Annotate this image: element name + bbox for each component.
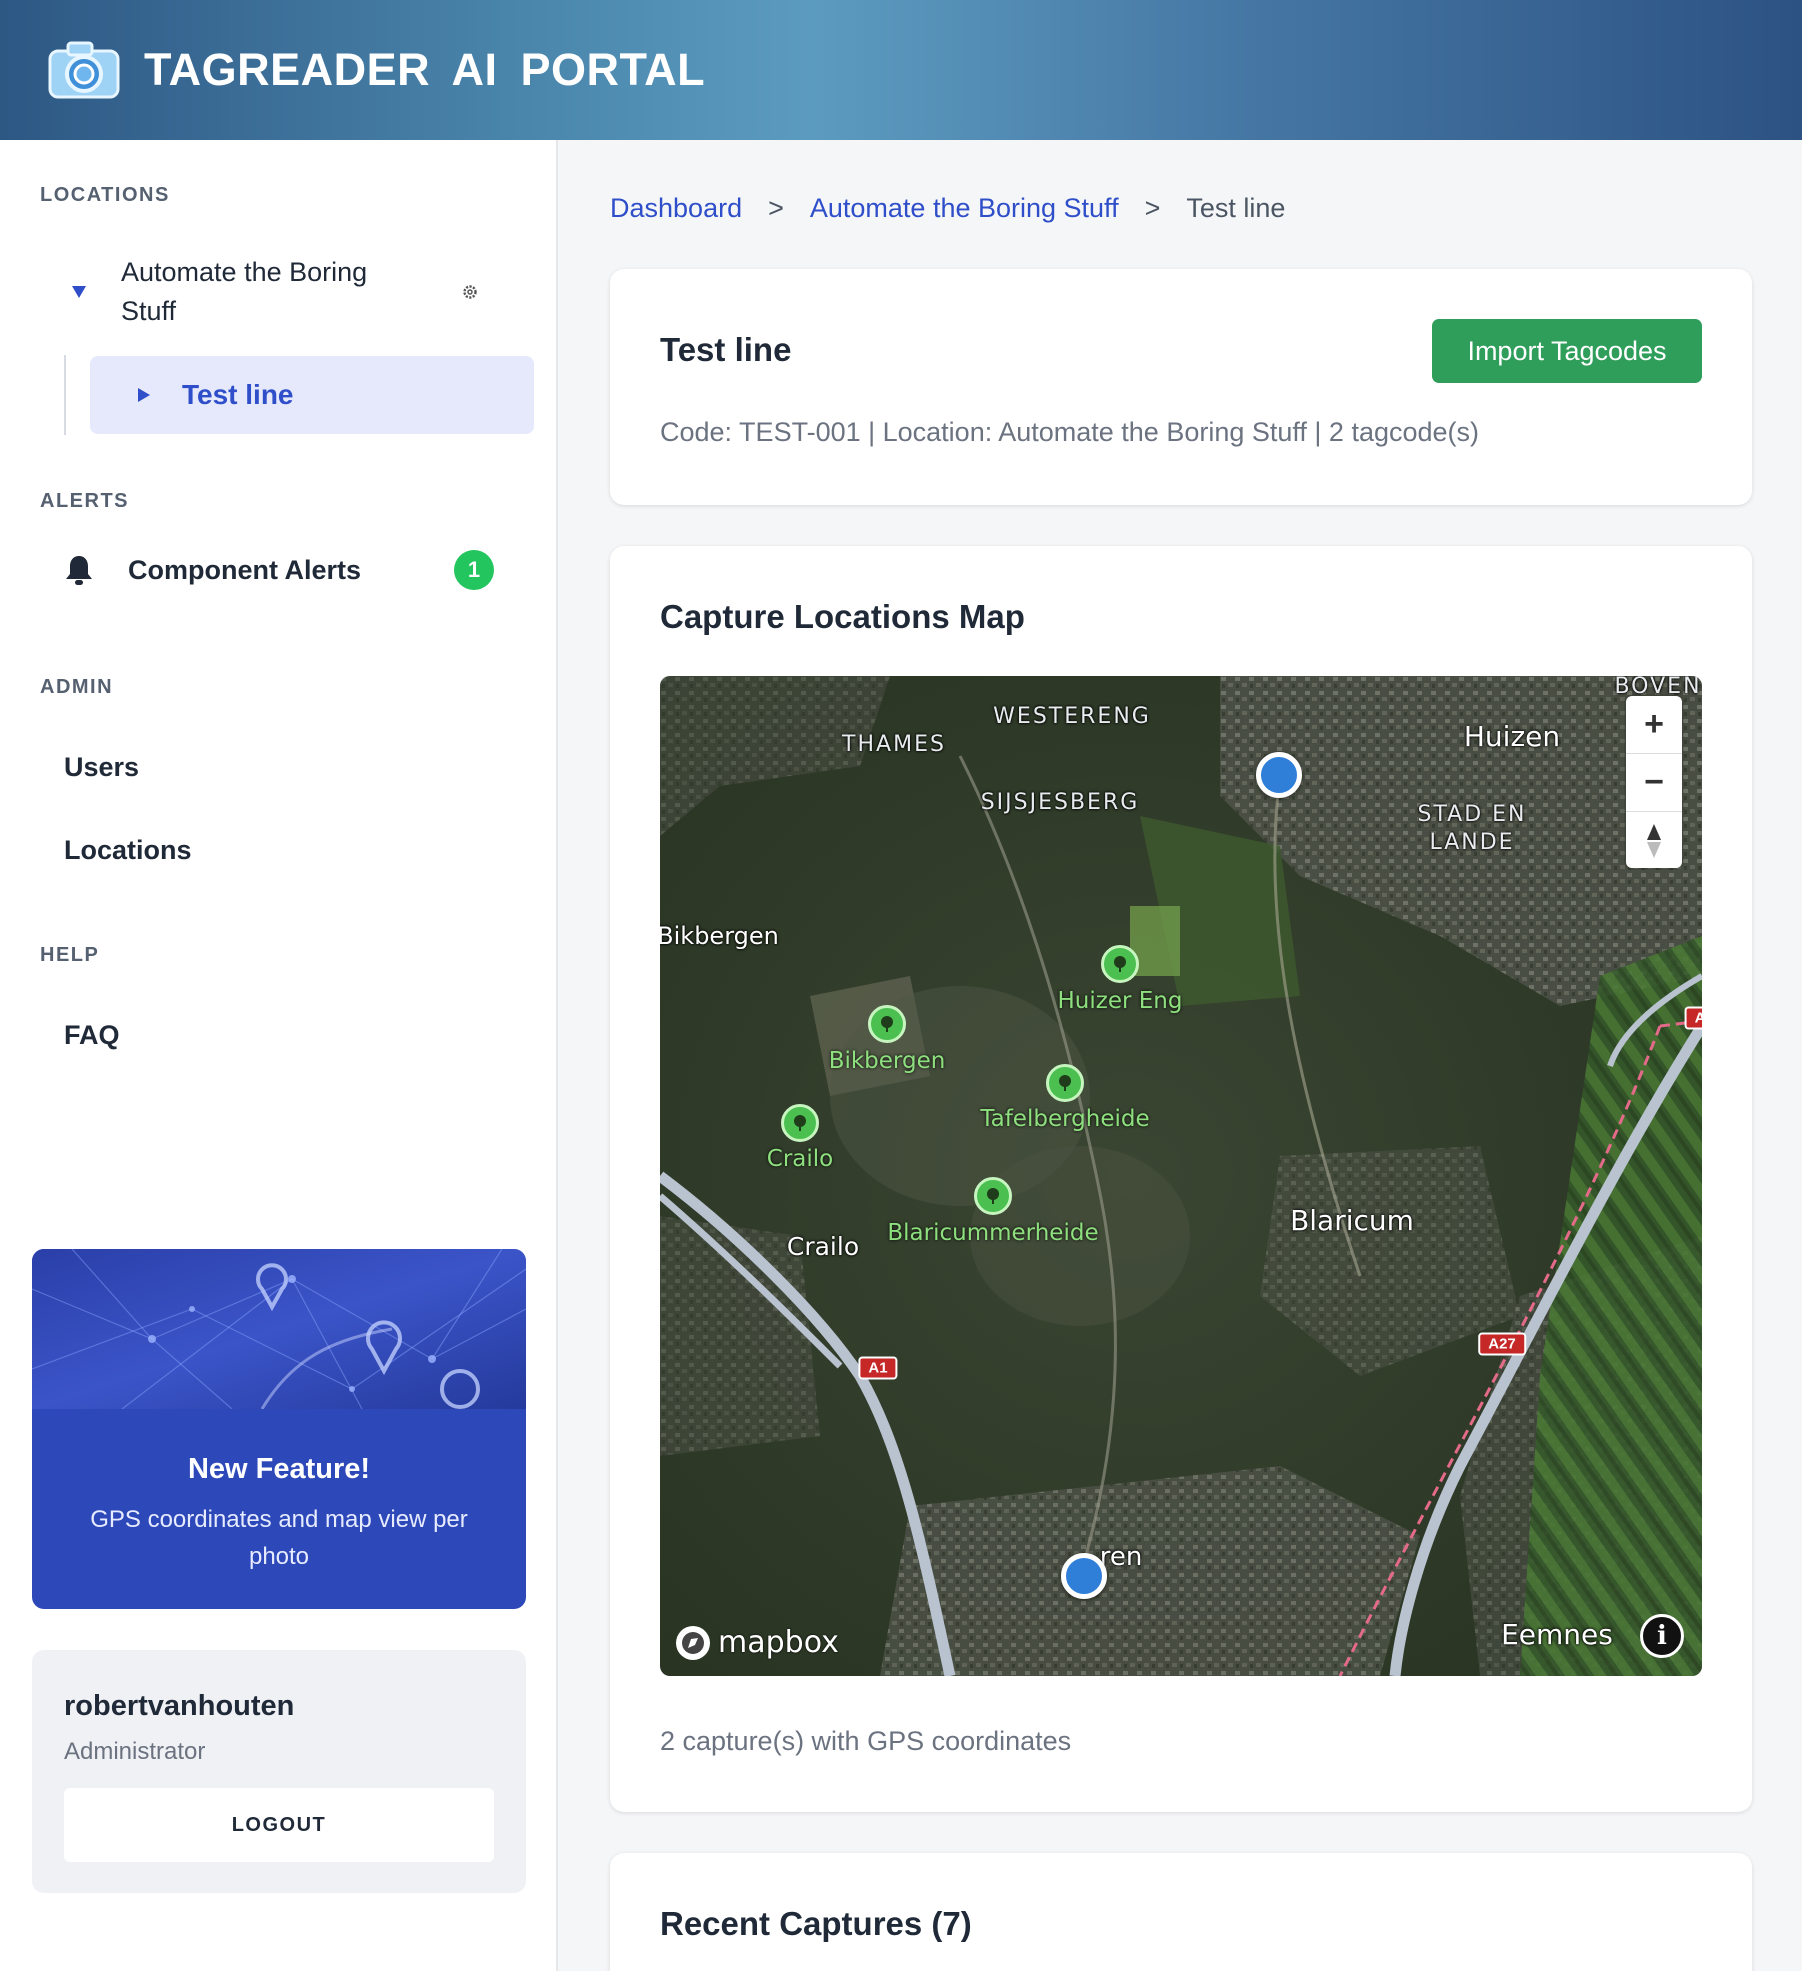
section-label-help: HELP — [40, 944, 100, 966]
map-label-stad-en-lande-2: LANDE — [1429, 830, 1515, 855]
user-role: Administrator — [64, 1738, 206, 1765]
road-shield-a27: A27 — [1478, 1332, 1526, 1356]
breadcrumb-current: Test line — [1186, 193, 1286, 223]
app-header: TAGREADER AI PORTAL — [0, 0, 1802, 140]
recent-captures-card: Recent Captures (7) — [610, 1853, 1752, 1971]
sidebar-item-faq[interactable]: FAQ — [64, 1020, 120, 1051]
sidebar: LOCATIONS Automate the Boring Stuff Test… — [0, 140, 558, 1971]
caret-right-icon — [138, 388, 150, 402]
map-card: Capture Locations Map Huizen Blaricum Ee… — [610, 546, 1752, 1812]
park-label-huizer-eng: Huizer Eng — [1057, 988, 1183, 1014]
logout-button[interactable]: LOGOUT — [64, 1788, 494, 1862]
user-name: robertvanhouten — [64, 1690, 295, 1722]
map-label-bikbergen-edge: Bikbergen — [660, 922, 779, 950]
park-label-tafelbergheide: Tafelbergheide — [980, 1106, 1150, 1132]
tree-park-icon — [868, 1005, 906, 1043]
map-label-crailo-town: Crailo — [786, 1232, 860, 1261]
mapbox-logo-icon — [676, 1625, 710, 1660]
gear-icon[interactable] — [460, 282, 480, 302]
map-card-title: Capture Locations Map — [660, 598, 1025, 635]
compass-reset-button[interactable] — [1626, 812, 1682, 869]
promo-text: GPS coordinates and map view per photo — [90, 1506, 468, 1570]
component-alerts-label: Component Alerts — [128, 554, 362, 585]
tree-park-icon — [1046, 1064, 1084, 1102]
section-label-locations: LOCATIONS — [40, 184, 170, 206]
tree-connector — [64, 355, 66, 435]
caret-down-icon[interactable] — [72, 286, 86, 298]
map-label-blaricum: Blaricum — [1290, 1204, 1414, 1237]
map-label-huizen: Huizen — [1463, 720, 1561, 753]
new-feature-promo: New Feature! GPS coordinates and map vie… — [32, 1249, 526, 1609]
line-title: Test line — [660, 331, 792, 368]
mapbox-logo-text: mapbox — [718, 1625, 839, 1660]
map-network-illustration — [32, 1249, 526, 1409]
bell-icon — [66, 556, 92, 585]
tree-park-icon — [781, 1104, 819, 1142]
mapbox-attribution-logo[interactable]: mapbox — [676, 1625, 839, 1660]
tree-item-location[interactable]: Automate the Boring Stuff — [64, 252, 494, 332]
map-label-thames: THAMES — [842, 732, 946, 757]
attribution-info-icon[interactable]: i — [1640, 1614, 1684, 1658]
user-card: robertvanhouten Administrator LOGOUT — [32, 1650, 526, 1893]
tree-item-line-label: Test line — [182, 379, 294, 410]
import-tagcodes-button[interactable]: Import Tagcodes — [1432, 319, 1702, 383]
sidebar-item-component-alerts[interactable]: Component Alerts 1 — [64, 545, 494, 595]
section-label-admin: ADMIN — [40, 676, 114, 698]
capture-marker[interactable] — [1061, 1553, 1107, 1599]
gps-capture-count: 2 capture(s) with GPS coordinates — [660, 1726, 1072, 1756]
map-label-westereng: WESTERENG — [993, 704, 1151, 729]
zoom-in-button[interactable]: + — [1626, 696, 1682, 753]
camera-logo-icon — [48, 41, 120, 99]
zoom-out-button[interactable]: − — [1626, 754, 1682, 811]
breadcrumb-separator: > — [1144, 193, 1161, 223]
breadcrumb-separator: > — [768, 193, 784, 223]
compass-icon — [1647, 823, 1661, 858]
sidebar-item-locations[interactable]: Locations — [64, 835, 192, 866]
road-shield-a1: A1 — [858, 1356, 898, 1380]
park-label-blaricummerheide: Blaricummerheide — [887, 1220, 1099, 1246]
map-label-sijsjesberg: SIJSJESBERG — [980, 790, 1140, 815]
section-label-alerts: ALERTS — [40, 490, 129, 512]
tree-item-location-label: Automate the Boring Stuff — [121, 257, 368, 326]
satellite-map-background — [660, 676, 1702, 1676]
line-info-card: Test line Import Tagcodes Code: TEST-001… — [610, 269, 1752, 505]
map-label-stad-en-lande: STAD EN — [1417, 802, 1527, 827]
road-shield-a-edge: A — [1684, 1006, 1702, 1030]
breadcrumb-location[interactable]: Automate the Boring Stuff — [810, 193, 1119, 224]
promo-title: New Feature! — [187, 1453, 371, 1485]
map-label-eemnes: Eemnes — [1501, 1618, 1613, 1651]
breadcrumb-dashboard[interactable]: Dashboard — [610, 193, 742, 224]
map-label-laren: ren — [1099, 1542, 1143, 1572]
line-meta: Code: TEST-001 | Location: Automate the … — [660, 417, 1480, 447]
alert-count-badge: 1 — [454, 550, 494, 590]
recent-captures-title: Recent Captures (7) — [660, 1905, 972, 1942]
tree-item-line-active[interactable]: Test line — [90, 356, 534, 434]
capture-locations-map[interactable]: Huizen Blaricum Eemnes Crailo Bikbergen … — [660, 676, 1702, 1676]
park-label-bikbergen: Bikbergen — [828, 1048, 946, 1074]
map-navigation-control: + − — [1626, 696, 1682, 868]
tree-park-icon — [974, 1177, 1012, 1215]
capture-marker[interactable] — [1256, 752, 1302, 798]
park-label-crailo: Crailo — [766, 1146, 834, 1172]
sidebar-item-users[interactable]: Users — [64, 752, 139, 783]
tree-park-icon — [1101, 945, 1139, 983]
app-title: TAGREADER AI PORTAL — [144, 44, 706, 95]
breadcrumb: Dashboard > Automate the Boring Stuff > … — [610, 193, 1285, 224]
